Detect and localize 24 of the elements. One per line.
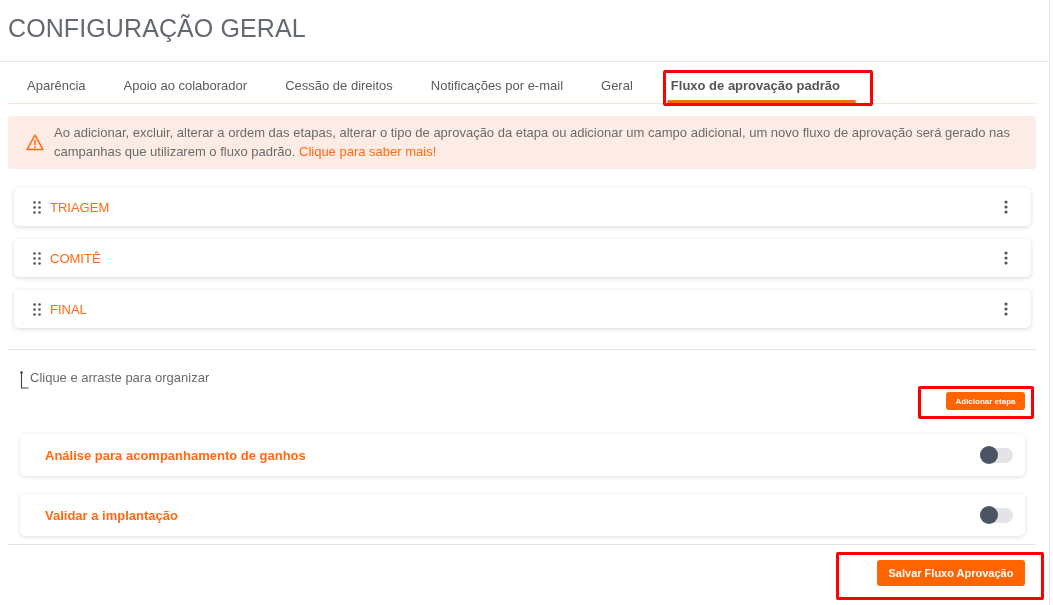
stage-name: COMITÊ xyxy=(50,250,102,266)
tab[interactable]: Cessão de direitos xyxy=(266,62,412,103)
tab[interactable]: Fluxo de aprovação padrão xyxy=(651,62,859,103)
kebab-menu-icon[interactable] xyxy=(1004,251,1008,265)
page-title: CONFIGURAÇÃO GERAL xyxy=(8,14,306,43)
tab[interactable]: Apoio ao colaborador xyxy=(104,62,267,103)
tab[interactable]: Geral xyxy=(582,62,652,103)
stage-name: FINAL xyxy=(50,301,88,317)
corner-line-icon xyxy=(20,371,29,389)
kebab-menu-icon[interactable] xyxy=(1004,200,1008,214)
option-label: Análise para acompanhamento de ganhos xyxy=(45,447,307,463)
drag-handle-icon[interactable] xyxy=(33,302,41,316)
drag-hint-text: Clique e arraste para organizar xyxy=(30,369,210,385)
drag-handle-icon[interactable] xyxy=(33,200,41,214)
toggle-switch[interactable] xyxy=(980,447,1013,463)
tab[interactable]: Notificações por e-mail xyxy=(411,62,583,103)
tab[interactable]: Aparência xyxy=(8,62,105,103)
warning-icon xyxy=(26,133,44,151)
kebab-menu-icon[interactable] xyxy=(1004,302,1008,316)
stage-name: TRIAGEM xyxy=(50,199,111,215)
option-label: Validar a implantação xyxy=(45,507,179,523)
drag-handle-icon[interactable] xyxy=(33,251,41,265)
toggle-switch[interactable] xyxy=(980,507,1013,523)
warning-text: Ao adicionar, excluir, alterar a ordem das etapas, alterar o tipo de aprovação da etapa ou adicionar um campo adicional, um novo fluxo de aprovação será gerado nas campanhas que utilizarem o fluxo padrão. Clique para saber mais! xyxy=(54,124,1012,161)
